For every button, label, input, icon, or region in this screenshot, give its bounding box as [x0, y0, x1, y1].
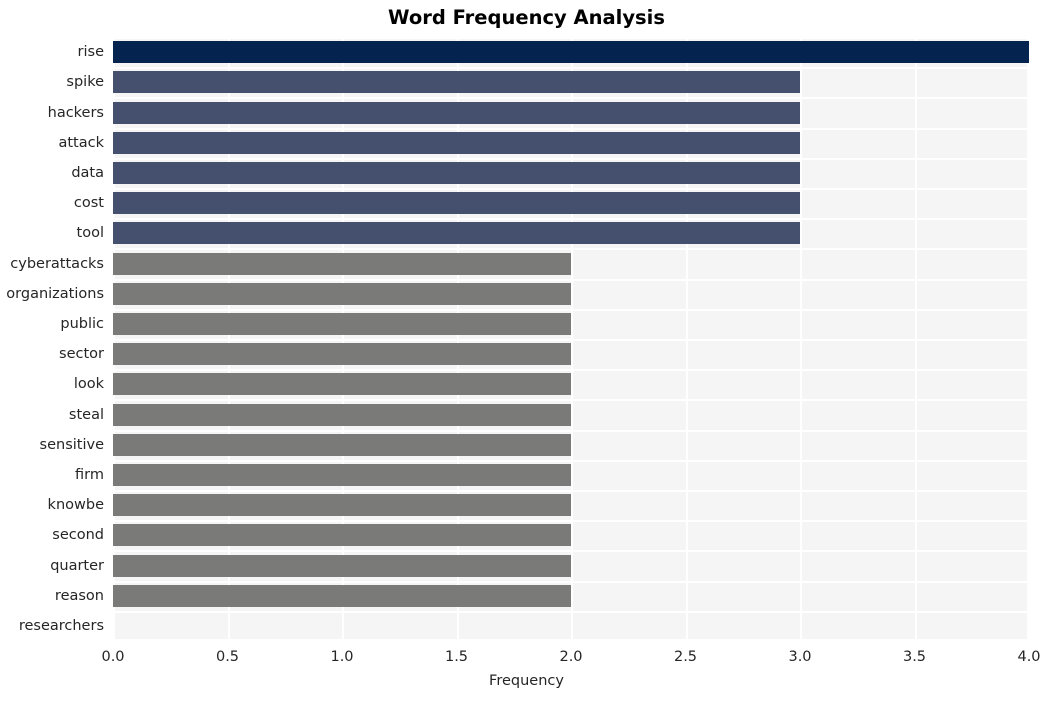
- gridline-horizontal: [113, 37, 1029, 39]
- x-axis-tick-label: 1.5: [444, 649, 469, 665]
- bar: [113, 494, 571, 517]
- gridline-horizontal: [113, 610, 1029, 613]
- gridline-horizontal: [113, 188, 1029, 190]
- bar: [113, 524, 571, 547]
- gridline-horizontal: [113, 218, 1029, 221]
- bar: [113, 584, 571, 607]
- bar: [113, 71, 800, 94]
- y-axis-tick-label: hackers: [47, 104, 104, 121]
- bar: [113, 161, 800, 184]
- y-axis-tick-label: sensitive: [39, 436, 104, 453]
- bar: [113, 312, 571, 335]
- bar: [113, 252, 571, 275]
- bar: [113, 373, 571, 396]
- bar: [113, 192, 800, 215]
- y-axis-tick-label: spike: [66, 74, 104, 91]
- gridline-horizontal: [113, 459, 1029, 462]
- y-axis-tick-label: second: [52, 527, 104, 544]
- x-axis-tick-label: 0.5: [215, 649, 240, 665]
- y-axis-tick-label: researchers: [18, 617, 104, 634]
- x-axis-tick-label: 3.0: [788, 649, 812, 665]
- gridline-horizontal: [113, 308, 1029, 311]
- y-axis-tick-label: firm: [75, 466, 104, 483]
- y-axis-tick-label: sector: [59, 346, 104, 363]
- bar: [113, 222, 800, 245]
- x-axis-tick-label: 0.0: [101, 649, 125, 665]
- gridline-horizontal: [113, 157, 1029, 160]
- x-axis-tick-label: 4.0: [1017, 649, 1041, 665]
- gridline-horizontal: [113, 580, 1029, 583]
- y-axis-tick-label: data: [71, 164, 104, 181]
- bar: [113, 41, 1029, 64]
- x-axis-tick-label: 3.5: [902, 649, 927, 665]
- gridline-horizontal: [113, 248, 1029, 251]
- y-axis-tick-label: organizations: [6, 285, 104, 302]
- gridline-horizontal: [113, 369, 1029, 372]
- x-axis-tick-label: 1.0: [330, 649, 354, 665]
- bar: [113, 131, 800, 154]
- x-axis-tick-label: 2.0: [559, 649, 583, 665]
- x-axis-tick-label: 2.5: [673, 649, 698, 665]
- gridline-horizontal: [113, 278, 1029, 281]
- gridline-horizontal: [113, 127, 1029, 130]
- bar: [113, 554, 571, 577]
- gridline-horizontal: [113, 67, 1029, 70]
- x-axis-label: Frequency: [489, 673, 564, 689]
- gridline-horizontal: [113, 97, 1029, 100]
- bar: [113, 343, 571, 366]
- y-axis-tick-label: quarter: [50, 557, 104, 574]
- y-axis-tick-label: knowbe: [47, 497, 104, 514]
- y-axis-tick-label: cyberattacks: [10, 255, 104, 272]
- y-axis-tick-label: attack: [58, 134, 104, 151]
- plot-area: [113, 37, 1029, 641]
- gridline-horizontal: [113, 550, 1029, 553]
- bar: [113, 403, 571, 426]
- gridline-horizontal: [113, 399, 1029, 402]
- gridline-horizontal: [113, 490, 1029, 492]
- y-axis-tick-label: tool: [76, 225, 104, 242]
- gridline-horizontal: [113, 520, 1029, 523]
- y-axis-tick-label: cost: [73, 195, 104, 212]
- gridline-horizontal: [113, 639, 1029, 641]
- bar: [113, 282, 571, 305]
- gridline-horizontal: [113, 429, 1029, 432]
- y-axis-tick-label: rise: [77, 44, 104, 61]
- bar: [113, 101, 800, 124]
- gridline-horizontal: [113, 339, 1029, 341]
- chart-figure: Word Frequency Analysis rise spike hackers…: [0, 0, 1053, 701]
- y-axis-tick-label: steal: [68, 406, 104, 423]
- y-axis-tick-label: public: [60, 315, 104, 332]
- y-axis-tick-label: look: [73, 376, 104, 393]
- y-axis-tick-label: reason: [54, 587, 104, 604]
- chart-title: Word Frequency Analysis: [388, 6, 665, 29]
- bar: [113, 463, 571, 486]
- bar: [113, 433, 571, 456]
